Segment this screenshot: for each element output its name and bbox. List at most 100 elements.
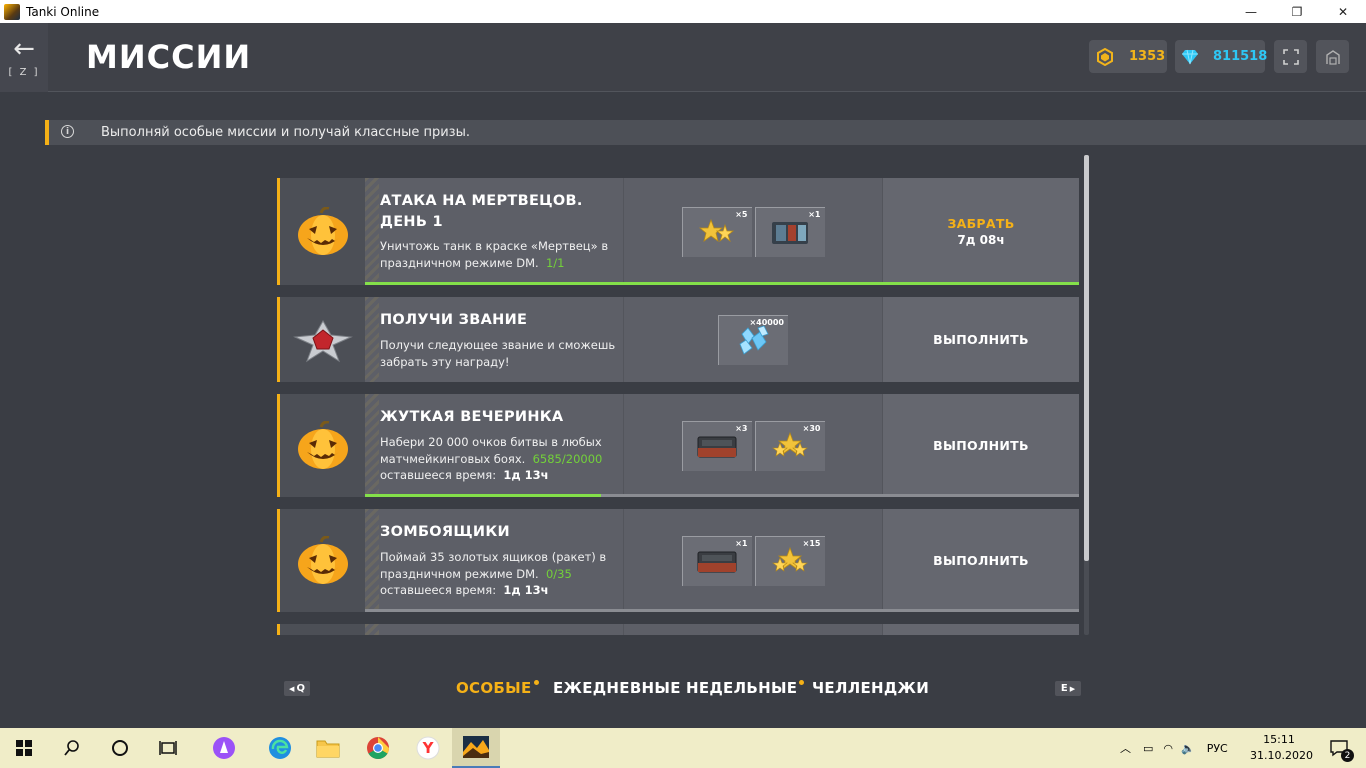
prev-tab-button[interactable]: ◀ Q: [284, 681, 310, 696]
window-titlebar: Tanki Online — ❐ ✕: [0, 0, 1366, 23]
reward-item[interactable]: ×30: [754, 420, 825, 471]
reward-qty: ×3: [735, 423, 748, 433]
stars-icon: [772, 431, 808, 457]
missions-scrollbar[interactable]: [1084, 155, 1089, 635]
system-clock[interactable]: 15:11 31.10.2020: [1250, 732, 1313, 764]
mission-icon-box: [280, 297, 365, 382]
reward-item[interactable]: ×1: [754, 206, 825, 257]
alice-app-button[interactable]: [200, 728, 248, 768]
stars-icon: [772, 546, 808, 572]
container-icon: [697, 551, 737, 573]
claim-button[interactable]: ЗАБРАТЬ 7д 08ч: [883, 178, 1079, 285]
complete-button[interactable]: ВЫПОЛНИТЬ: [883, 394, 1079, 497]
chevron-up-icon[interactable]: ︿: [1120, 740, 1131, 756]
start-button[interactable]: [0, 728, 48, 768]
close-button[interactable]: ✕: [1320, 0, 1366, 23]
rubies-amount: 811518: [1213, 49, 1268, 64]
mission-desc-text: Поймай 35 золотых ящиков (ракет) в празд…: [380, 550, 607, 581]
next-tab-button[interactable]: E ▶: [1055, 681, 1081, 696]
reward-item[interactable]: ×1: [681, 535, 752, 586]
mission-hatch: [365, 394, 379, 497]
mission-description: Набери 20 000 очков битвы в любых матчме…: [380, 434, 620, 484]
reward-qty: ×30: [802, 423, 821, 433]
reward-qty: ×1: [808, 209, 821, 219]
mission-rewards: ×3 ×30: [623, 394, 883, 497]
notification-center-button[interactable]: 2: [1316, 728, 1362, 768]
edge-app-button[interactable]: [256, 728, 304, 768]
mission-rewards: ×5 ×1: [623, 178, 883, 285]
crystals-balance[interactable]: 1353: [1089, 40, 1167, 73]
fullscreen-button[interactable]: [1274, 40, 1307, 73]
reward-item[interactable]: ×5: [681, 206, 752, 257]
tab-special-label: ОСОБЫЕ: [456, 679, 532, 697]
tab-special[interactable]: ОСОБЫЕ: [456, 679, 539, 697]
mission-card: ЗОМБОЯЩИКИ Поймай 35 золотых ящиков (рак…: [277, 509, 1079, 612]
edge-icon: [269, 737, 291, 759]
garage-button[interactable]: [1316, 40, 1349, 73]
garage-icon: [1325, 49, 1340, 65]
task-view-button[interactable]: [144, 728, 192, 768]
yandex-app-button[interactable]: Y: [404, 728, 452, 768]
cortana-button[interactable]: [96, 728, 144, 768]
alice-icon: [213, 737, 235, 759]
language-indicator[interactable]: РУС: [1207, 742, 1228, 755]
mission-title: АТАКА НА МЕРТВЕЦОВ. ДЕНЬ 1: [380, 193, 583, 230]
mission-description: Уничтожь танк в краске «Мертвец» в празд…: [380, 238, 620, 271]
mission-hatch: [365, 624, 379, 635]
crystals-icon: [739, 325, 769, 355]
reward-item[interactable]: ×15: [754, 535, 825, 586]
search-button[interactable]: [48, 728, 96, 768]
task-view-icon: [159, 741, 177, 755]
complete-button[interactable]: ВЫПОЛНИТЬ: [883, 509, 1079, 612]
back-button[interactable]: ← [ Z ]: [0, 23, 48, 92]
restore-button[interactable]: ❐: [1274, 0, 1320, 23]
mission-desc-text: Уничтожь танк в краске «Мертвец» в празд…: [380, 239, 609, 270]
tab-weekly[interactable]: НЕДЕЛЬНЫЕ: [686, 679, 805, 697]
minimize-button[interactable]: —: [1228, 0, 1274, 23]
diamond-icon: [1181, 47, 1199, 67]
mission-progress-text: 0/35: [545, 566, 572, 581]
caret-right-icon: ▶: [1069, 684, 1076, 693]
clock-time: 15:11: [1263, 733, 1295, 746]
mission-title: ЖУТКАЯ ВЕЧЕРИНКА: [380, 409, 564, 425]
info-accent: [45, 120, 49, 145]
caret-left-icon: ◀: [289, 684, 295, 693]
file-explorer-button[interactable]: [304, 728, 352, 768]
mission-progress-fill: [365, 282, 1079, 285]
time-left-value: 1д 13ч: [503, 583, 549, 597]
complete-label: ВЫПОЛНИТЬ: [933, 332, 1029, 347]
pumpkin-icon: [297, 206, 348, 255]
reward-item[interactable]: ×40000: [718, 314, 788, 365]
crystals-amount: 1353: [1129, 49, 1166, 64]
rubies-balance[interactable]: 811518: [1175, 40, 1268, 73]
info-text: Выполняй особые миссии и получай классны…: [101, 125, 470, 140]
app-logo-icon: [4, 3, 20, 20]
chrome-icon: [367, 737, 389, 759]
complete-button[interactable]: ВЫПОЛНИТЬ: [883, 297, 1079, 382]
mission-card: АТАКА НА МЕРТВЕЦОВ. ДЕНЬ 1 Уничтожь танк…: [277, 178, 1079, 285]
info-banner: i Выполняй особые миссии и получай класс…: [45, 120, 1366, 145]
reward-item[interactable]: ×3: [681, 420, 752, 471]
tab-daily[interactable]: ЕЖЕДНЕВНЫЕ: [553, 679, 681, 697]
tanki-app-button[interactable]: [452, 728, 500, 768]
battery-icon[interactable]: ▭: [1143, 742, 1153, 755]
os-taskbar: Y ︿ ▭ ◠ 🔈 РУС 15:11 31.10.2020 2: [0, 728, 1366, 768]
mission-progress-bar: [365, 282, 1079, 285]
tab-challenges[interactable]: ЧЕЛЛЕНДЖИ: [812, 679, 929, 697]
window-title: Tanki Online: [26, 4, 100, 19]
mission-rewards: [623, 624, 883, 635]
mission-progress-text: 6585/20000: [532, 451, 603, 466]
wifi-icon[interactable]: ◠: [1163, 742, 1173, 755]
mission-icon-box: [280, 509, 365, 612]
volume-icon[interactable]: 🔈: [1181, 742, 1195, 755]
reward-qty: ×1: [735, 538, 748, 548]
windows-logo-icon: [16, 740, 32, 756]
chrome-app-button[interactable]: [354, 728, 402, 768]
mission-hatch: [365, 509, 379, 612]
scrollbar-thumb[interactable]: [1084, 155, 1089, 561]
prev-tab-key: Q: [296, 683, 305, 694]
mission-action[interactable]: [883, 624, 1079, 635]
time-left-label: оставшееся время:: [380, 583, 497, 597]
search-icon: [64, 740, 79, 756]
next-tab-key: E: [1060, 683, 1068, 694]
